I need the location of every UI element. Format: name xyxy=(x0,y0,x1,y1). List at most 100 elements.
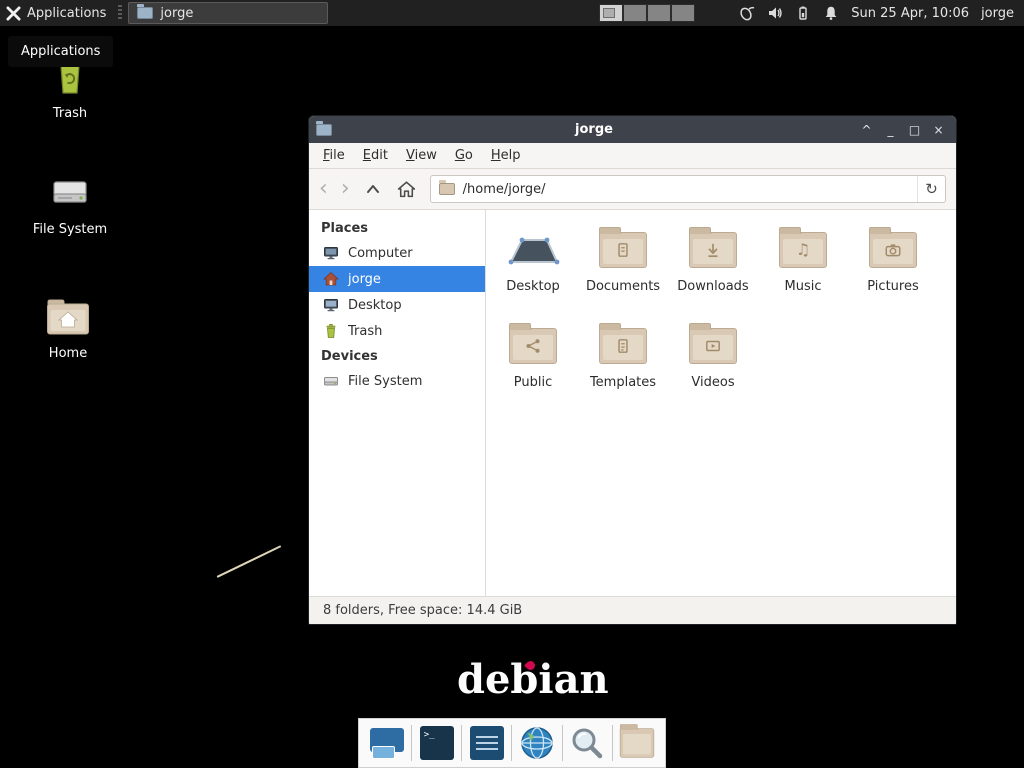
battery-icon[interactable] xyxy=(795,5,811,21)
file-label: Templates xyxy=(590,375,656,390)
dock-separator xyxy=(562,725,563,761)
file-list: Desktop Documents xyxy=(486,210,956,596)
workspace-1[interactable] xyxy=(599,4,623,22)
template-emblem-icon xyxy=(614,337,632,355)
dock-separator xyxy=(461,725,462,761)
file-manager-window: jorge ^ _ □ × File Edit View Go Help ‹ ›… xyxy=(308,115,957,625)
back-button[interactable]: ‹ xyxy=(319,179,328,199)
sidebar-item-desktop[interactable]: Desktop xyxy=(309,292,485,318)
desktop-icon-label: Home xyxy=(49,346,87,361)
file-item-desktop[interactable]: Desktop xyxy=(488,224,578,294)
sidebar: Places Computer jorge xyxy=(309,210,486,596)
close-button[interactable]: × xyxy=(928,119,949,140)
console-icon xyxy=(470,726,504,760)
folder-icon xyxy=(689,320,737,372)
applications-menu-button[interactable]: Applications xyxy=(0,0,116,26)
hard-drive-icon xyxy=(48,170,92,214)
applications-tooltip: Applications xyxy=(8,36,113,67)
dock-web-browser-button[interactable] xyxy=(516,722,558,764)
file-label: Desktop xyxy=(506,279,560,294)
desktop-icon-label: Trash xyxy=(53,106,87,121)
magnifier-icon xyxy=(569,725,605,761)
panel-handle xyxy=(118,5,122,21)
notification-bell-icon[interactable] xyxy=(823,5,839,21)
dock-separator xyxy=(411,725,412,761)
sidebar-item-label: jorge xyxy=(348,272,381,287)
system-tray xyxy=(739,5,839,21)
xfce-logo-icon xyxy=(6,6,21,21)
menubar: File Edit View Go Help xyxy=(309,143,956,169)
workspace-4[interactable] xyxy=(671,4,695,22)
file-item-documents[interactable]: Documents xyxy=(578,224,668,294)
file-item-music[interactable]: ♫ Music xyxy=(758,224,848,294)
download-emblem-icon xyxy=(704,241,722,259)
sidebar-item-jorge[interactable]: jorge xyxy=(309,266,485,292)
folder-icon xyxy=(137,7,153,19)
workspace-2[interactable] xyxy=(623,4,647,22)
taskbar-window-label: jorge xyxy=(160,6,193,21)
location-bar-input[interactable]: /home/jorge/ ↻ xyxy=(430,175,946,203)
minimize-button[interactable]: _ xyxy=(880,119,901,140)
places-header: Places xyxy=(309,216,485,240)
sidebar-item-trash[interactable]: Trash xyxy=(309,318,485,344)
menu-go[interactable]: Go xyxy=(446,145,482,166)
music-emblem-icon: ♫ xyxy=(796,242,810,258)
menu-view[interactable]: View xyxy=(397,145,446,166)
hard-drive-icon xyxy=(323,373,339,389)
window-titlebar[interactable]: jorge ^ _ □ × xyxy=(309,116,956,143)
panel-clock[interactable]: Sun 25 Apr, 10:06 xyxy=(851,6,969,21)
folder-icon: ♫ xyxy=(779,224,827,276)
globe-icon xyxy=(519,725,555,761)
panel-username: jorge xyxy=(981,6,1014,21)
home-folder-icon xyxy=(45,296,91,338)
window-title: jorge xyxy=(332,122,856,137)
trash-icon xyxy=(323,323,339,339)
menu-help[interactable]: Help xyxy=(482,145,530,166)
top-panel: Applications jorge Sun 25 Apr, 10:06 xyxy=(0,0,1024,26)
dock-app-finder-button[interactable] xyxy=(566,722,608,764)
applications-menu-label: Applications xyxy=(27,6,106,21)
cursor-trail-line xyxy=(217,545,282,578)
video-emblem-icon xyxy=(704,337,722,355)
up-button[interactable] xyxy=(363,180,383,198)
file-item-downloads[interactable]: Downloads xyxy=(668,224,758,294)
maximize-button[interactable]: □ xyxy=(904,119,925,140)
volume-icon[interactable] xyxy=(767,5,783,21)
desktop-mat-icon xyxy=(505,224,561,276)
desktop-icon-filesystem[interactable]: File System xyxy=(25,170,115,237)
mouse-settings-icon[interactable] xyxy=(739,5,755,21)
file-item-templates[interactable]: Templates xyxy=(578,320,668,390)
windows-icon xyxy=(370,728,404,759)
workspace-3[interactable] xyxy=(647,4,671,22)
dock-terminal-button[interactable]: >_ xyxy=(416,722,458,764)
file-item-videos[interactable]: Videos xyxy=(668,320,758,390)
file-label: Public xyxy=(514,375,552,390)
shade-button[interactable]: ^ xyxy=(856,119,877,140)
desktop-icon-label: File System xyxy=(33,222,107,237)
taskbar-window-button[interactable]: jorge xyxy=(128,2,328,24)
window-folder-icon[interactable] xyxy=(316,124,332,136)
home-icon xyxy=(323,271,339,287)
sidebar-item-label: Desktop xyxy=(348,298,402,313)
dock-file-manager-button[interactable] xyxy=(616,722,658,764)
file-item-public[interactable]: Public xyxy=(488,320,578,390)
desktop-icon-home[interactable]: Home xyxy=(23,296,113,361)
computer-icon xyxy=(323,245,339,261)
status-text: 8 folders, Free space: 14.4 GiB xyxy=(323,603,522,618)
reload-button[interactable]: ↻ xyxy=(917,176,945,202)
path-folder-icon xyxy=(439,183,455,195)
dock-console-button[interactable] xyxy=(466,722,508,764)
forward-button[interactable]: › xyxy=(341,179,350,199)
menu-file[interactable]: File xyxy=(314,145,354,166)
document-emblem-icon xyxy=(614,241,632,259)
sidebar-item-computer[interactable]: Computer xyxy=(309,240,485,266)
bottom-dock: >_ xyxy=(358,718,666,768)
file-item-pictures[interactable]: Pictures xyxy=(848,224,938,294)
sidebar-item-filesystem[interactable]: File System xyxy=(309,368,485,394)
folder-icon xyxy=(869,224,917,276)
folder-icon xyxy=(509,320,557,372)
dock-show-desktop-button[interactable] xyxy=(366,722,408,764)
window-content: Places Computer jorge xyxy=(309,210,956,596)
home-button[interactable] xyxy=(396,179,417,199)
menu-edit[interactable]: Edit xyxy=(354,145,397,166)
